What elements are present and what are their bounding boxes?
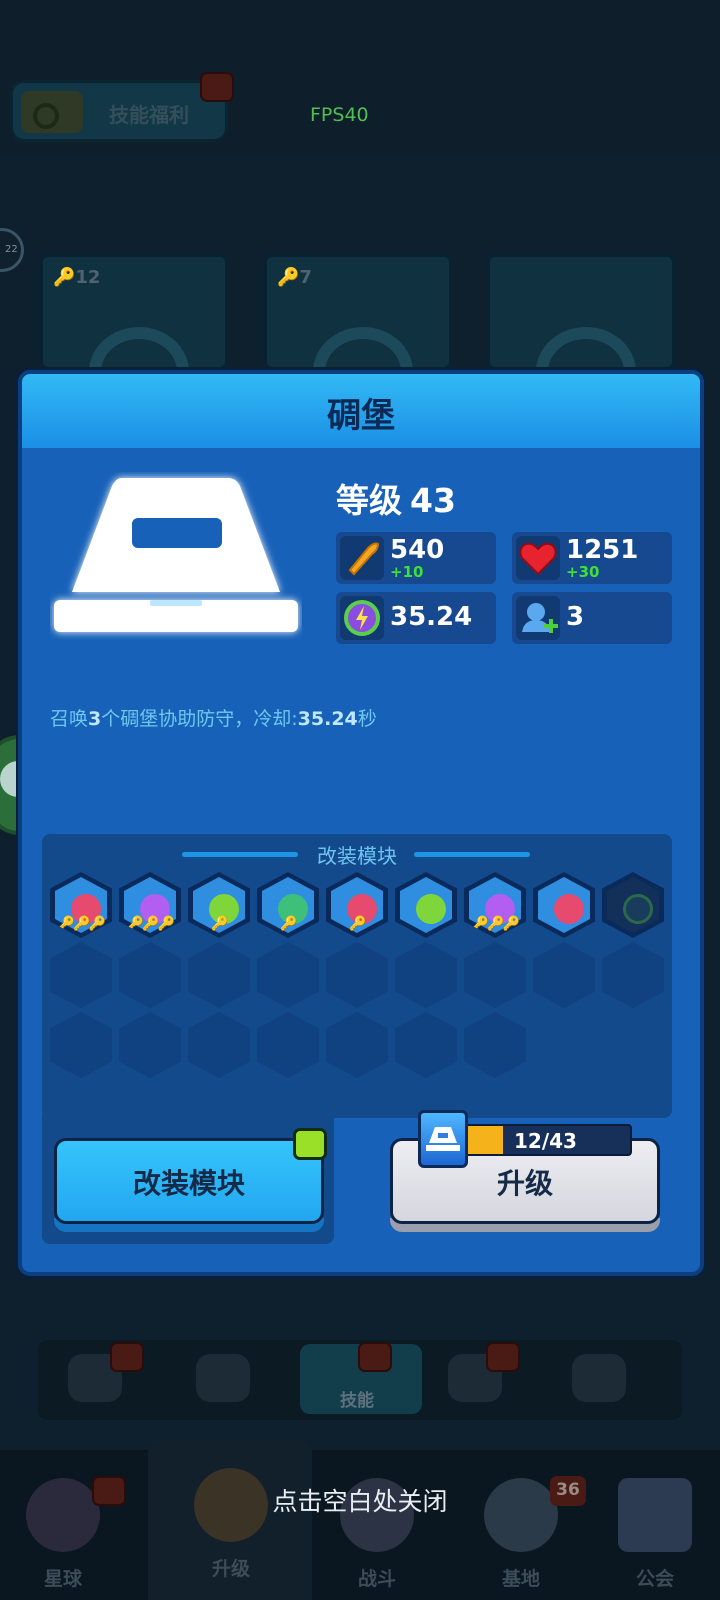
skill-card[interactable]: 🔑12: [38, 252, 230, 372]
module-slot[interactable]: 🔑🔑🔑: [50, 872, 112, 938]
empty-module-slot[interactable]: [326, 942, 388, 1008]
module-slot[interactable]: [602, 872, 664, 938]
bunker-icon: [89, 327, 189, 367]
notification-badge: [486, 1342, 520, 1372]
bunker-tower-icon: [54, 478, 298, 632]
heart-icon: [516, 536, 560, 580]
skill-card[interactable]: 🔑7: [262, 252, 454, 372]
camera-icon: [21, 91, 83, 133]
empty-module-slot[interactable]: [395, 1012, 457, 1078]
empty-module-slot[interactable]: [257, 1012, 319, 1078]
skill-description: 召唤3个碉堡协助防守，冷却:35.24秒: [50, 708, 377, 730]
modify-module-button[interactable]: 改装模块: [54, 1138, 324, 1232]
cooldown-stat: 35.24: [336, 592, 496, 644]
modules-panel: 改装模块 🔑🔑🔑 🔑🔑🔑 🔑 🔑 🔑 🔑🔑🔑: [42, 834, 672, 1118]
module-rank-icon: 🔑🔑🔑: [57, 916, 106, 932]
module-slot[interactable]: 🔑: [326, 872, 388, 938]
module-slot[interactable]: [395, 872, 457, 938]
heart-gem-icon: [416, 894, 446, 924]
notification-badge: [358, 1342, 392, 1372]
ball-icon: [313, 327, 413, 367]
skill-card-count: 🔑12: [53, 267, 101, 288]
modal-title: 碉堡: [327, 396, 395, 436]
level-label: 等级: [336, 481, 402, 520]
clock-icon: [536, 327, 636, 367]
tab-monster-icon[interactable]: [572, 1354, 626, 1402]
skill-welfare-label: 技能福利: [109, 103, 189, 127]
summon-stat: 3: [512, 592, 672, 644]
empty-module-slot[interactable]: [119, 1012, 181, 1078]
modal-header: 碉堡: [22, 374, 700, 448]
empty-module-slot[interactable]: [395, 942, 457, 1008]
upgrade-progress-bar: 12/43: [452, 1124, 632, 1156]
empty-module-slot[interactable]: [257, 942, 319, 1008]
empty-module-slot[interactable]: [464, 942, 526, 1008]
module-rank-icon: 🔑: [280, 916, 297, 932]
tab-star-gear-icon[interactable]: [196, 1354, 250, 1402]
modules-title: 改装模块: [317, 844, 397, 868]
skill-welfare-button[interactable]: 技能福利: [10, 80, 228, 142]
rocket-icon: [554, 894, 584, 924]
skill-card[interactable]: [485, 252, 677, 372]
module-rank-icon: 🔑🔑🔑: [471, 916, 520, 932]
notification-badge: [110, 1342, 144, 1372]
module-rank-icon: 🔑: [349, 916, 366, 932]
empty-module-slot[interactable]: [188, 942, 250, 1008]
divider: [414, 852, 530, 857]
empty-module-slot[interactable]: [326, 1012, 388, 1078]
fps-counter: FPS40: [310, 104, 369, 126]
module-rank-icon: 🔑: [211, 916, 228, 932]
health-stat: 1251 +30: [512, 532, 672, 584]
notification-badge: [200, 72, 234, 102]
module-slot[interactable]: 🔑: [257, 872, 319, 938]
lightning-locked-icon: [623, 894, 653, 924]
module-slot[interactable]: [533, 872, 595, 938]
module-slot[interactable]: 🔑🔑🔑: [464, 872, 526, 938]
module-slot[interactable]: 🔑: [188, 872, 250, 938]
skill-category-tabs: 技能: [38, 1340, 682, 1420]
empty-module-slot[interactable]: [602, 942, 664, 1008]
bunker-card-icon: [418, 1110, 468, 1168]
level-value: 43: [410, 481, 456, 520]
empty-module-slot[interactable]: [50, 942, 112, 1008]
empty-module-slot[interactable]: [464, 1012, 526, 1078]
empty-module-slot[interactable]: [119, 942, 181, 1008]
level-display: 等级 43: [336, 474, 456, 522]
attack-stat: 540 +10: [336, 532, 496, 584]
upgrade-progress-text: 12/43: [514, 1129, 577, 1153]
empty-module-slot[interactable]: [50, 1012, 112, 1078]
energy-cycle-icon: [340, 596, 384, 640]
module-rank-icon: 🔑🔑🔑: [126, 916, 175, 932]
nav-upgrade[interactable]: 升级: [176, 1460, 286, 1580]
bunker-detail-modal: 碉堡 等级 43 540 +10 1251 +30 35.24 3 召唤3个碉堡…: [18, 370, 704, 1276]
close-hint[interactable]: 点击空白处关闭: [0, 1482, 720, 1518]
empty-module-slot[interactable]: [533, 942, 595, 1008]
module-slot[interactable]: 🔑🔑🔑: [119, 872, 181, 938]
available-indicator: [293, 1128, 327, 1160]
unit-add-icon: [516, 596, 560, 640]
side-level-badge[interactable]: 22: [0, 228, 24, 272]
skill-card-count: 🔑7: [277, 267, 312, 288]
bullet-icon: [340, 536, 384, 580]
empty-module-slot[interactable]: [188, 1012, 250, 1078]
